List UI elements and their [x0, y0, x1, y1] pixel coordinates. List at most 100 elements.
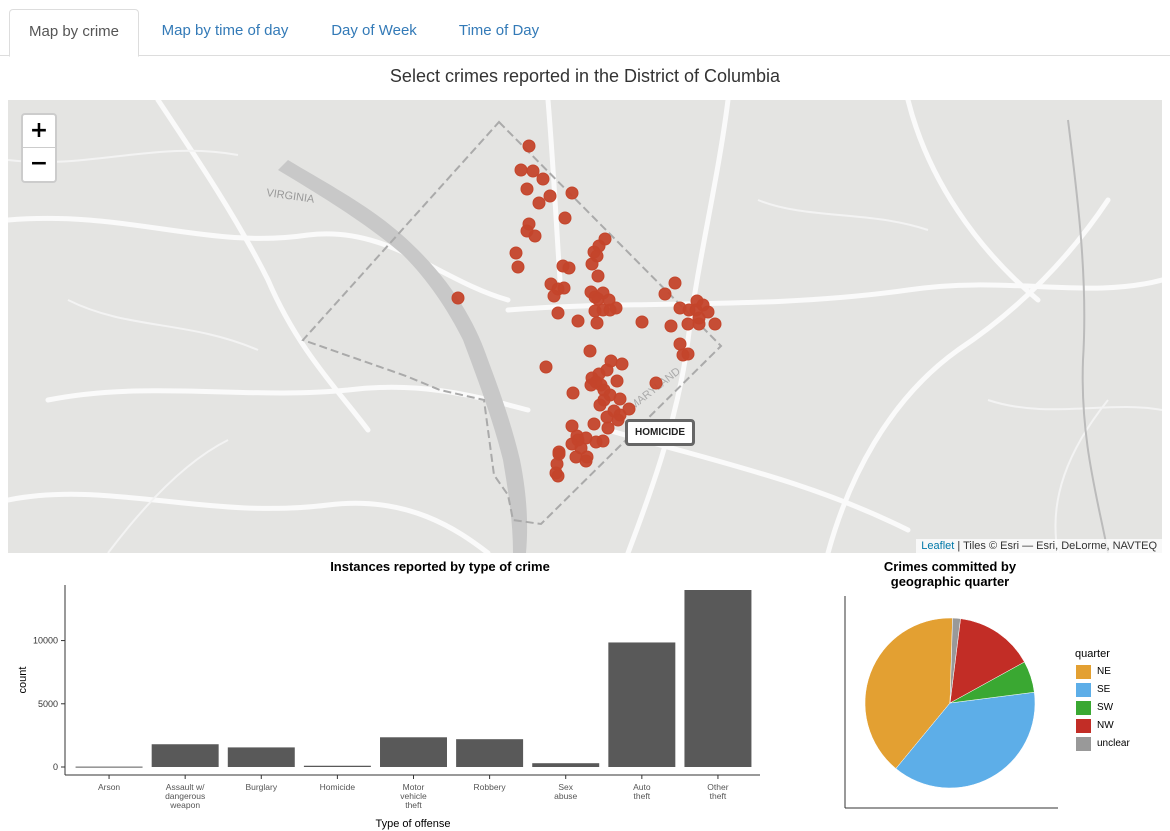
label-virginia: VIRGINIA — [266, 187, 316, 206]
legend-swatch — [1075, 664, 1092, 680]
pie-legend: quarter NE SE SW NW unclear — [1075, 648, 1130, 753]
crime-marker[interactable] — [591, 269, 605, 283]
bar — [532, 763, 600, 767]
crime-marker[interactable] — [566, 386, 580, 400]
crime-marker[interactable] — [600, 410, 614, 424]
crime-popup: HOMICIDE — [625, 419, 695, 446]
crime-marker[interactable] — [673, 337, 687, 351]
x-tick-label: abuse — [554, 791, 577, 801]
crime-marker[interactable] — [613, 392, 627, 406]
tab-map-by-time-of-day[interactable]: Map by time of day — [140, 9, 310, 56]
tab-time-of-day[interactable]: Time of Day — [440, 9, 558, 56]
crime-marker[interactable] — [601, 421, 615, 435]
crime-marker[interactable] — [692, 317, 706, 331]
map-title: Select crimes reported in the District o… — [389, 66, 781, 86]
crime-marker[interactable] — [551, 469, 565, 483]
crime-marker[interactable] — [520, 182, 534, 196]
pie-title-line-2: geographic quarter — [890, 574, 1010, 589]
crime-marker[interactable] — [587, 417, 601, 431]
legend-label: NW — [1097, 720, 1114, 731]
crime-marker[interactable] — [526, 164, 540, 178]
crime-marker[interactable] — [539, 360, 553, 374]
zoom-in-button[interactable]: + — [23, 115, 55, 148]
pie-title-line-1: Crimes committed by — [883, 559, 1017, 574]
bar-chart: 0500010000 Arson Assault w/dangerousweapo… — [17, 585, 760, 830]
zoom-control: + − — [21, 113, 57, 183]
crime-marker[interactable] — [528, 229, 542, 243]
crime-marker[interactable] — [557, 281, 571, 295]
x-tick-label: theft — [710, 791, 727, 801]
crime-marker[interactable] — [558, 211, 572, 225]
legend-swatch — [1075, 718, 1092, 734]
crime-marker[interactable] — [664, 319, 678, 333]
pie-chart — [844, 596, 1058, 809]
crime-marker[interactable] — [708, 317, 722, 331]
legend-item-SW: SW — [1075, 699, 1130, 717]
bar — [227, 747, 295, 767]
crime-marker[interactable] — [536, 172, 550, 186]
attribution-text: | Tiles © Esri — Esri, DeLorme, NAVTEQ — [954, 540, 1157, 552]
crime-marker[interactable] — [588, 304, 602, 318]
bar — [608, 642, 676, 767]
crime-marker[interactable] — [562, 261, 576, 275]
x-tick-label: weapon — [169, 800, 200, 810]
crime-marker[interactable] — [635, 315, 649, 329]
crime-marker[interactable] — [610, 374, 624, 388]
crime-marker[interactable] — [668, 276, 682, 290]
map-attribution: Leaflet | Tiles © Esri — Esri, DeLorme, … — [916, 539, 1162, 553]
crime-map[interactable]: VIRGINIA MARYLAND + − HOMICIDE Leaflet |… — [8, 100, 1162, 553]
crime-marker[interactable] — [552, 447, 566, 461]
bar-y-axis-title: count — [17, 667, 29, 694]
legend-swatch — [1075, 700, 1092, 716]
crime-marker[interactable] — [509, 246, 523, 260]
crime-marker[interactable] — [615, 357, 629, 371]
legend-item-NE: NE — [1075, 663, 1130, 681]
bar-chart-title: Instances reported by type of crime — [330, 559, 550, 574]
legend-label: SW — [1097, 702, 1114, 713]
crime-marker[interactable] — [571, 314, 585, 328]
legend-swatch — [1075, 682, 1092, 698]
bar — [303, 765, 371, 767]
crime-marker[interactable] — [565, 186, 579, 200]
crime-marker[interactable] — [551, 306, 565, 320]
crime-marker[interactable] — [603, 303, 617, 317]
leaflet-link[interactable]: Leaflet — [921, 540, 954, 552]
y-tick-label: 5000 — [38, 699, 58, 709]
crime-marker[interactable] — [689, 303, 703, 317]
tab-day-of-week[interactable]: Day of Week — [312, 9, 436, 56]
crime-marker[interactable] — [532, 196, 546, 210]
crime-marker[interactable] — [547, 289, 561, 303]
crime-marker[interactable] — [590, 316, 604, 330]
crime-marker[interactable] — [585, 257, 599, 271]
crime-marker[interactable] — [597, 393, 611, 407]
x-tick-label: Burglary — [245, 782, 277, 792]
crime-marker[interactable] — [584, 378, 598, 392]
crime-marker[interactable] — [596, 434, 610, 448]
x-tick-label: Robbery — [474, 782, 507, 792]
crime-marker[interactable] — [511, 260, 525, 274]
legend-label: NE — [1097, 666, 1111, 677]
bar — [75, 766, 143, 768]
crime-marker[interactable] — [649, 376, 663, 390]
tab-map-by-crime[interactable]: Map by crime — [9, 9, 139, 57]
crime-marker[interactable] — [583, 344, 597, 358]
crime-marker[interactable] — [658, 287, 672, 301]
crime-marker[interactable] — [522, 139, 536, 153]
bar — [456, 739, 524, 767]
pie-chart-title: Crimes committed by geographic quarter — [850, 559, 1050, 589]
legend-label: unclear — [1097, 738, 1130, 749]
x-tick-label: Homicide — [320, 782, 356, 792]
crime-marker[interactable] — [673, 301, 687, 315]
crime-marker[interactable] — [579, 454, 593, 468]
legend-title: quarter — [1075, 648, 1110, 660]
zoom-out-button[interactable]: − — [23, 148, 55, 181]
crime-marker[interactable] — [591, 292, 605, 306]
crime-marker[interactable] — [676, 348, 690, 362]
y-tick-label: 10000 — [33, 636, 58, 646]
crime-marker[interactable] — [611, 413, 625, 427]
legend-item-NW: NW — [1075, 717, 1130, 735]
crime-marker[interactable] — [451, 291, 465, 305]
crime-marker[interactable] — [543, 189, 557, 203]
crime-marker[interactable] — [514, 163, 528, 177]
crime-marker[interactable] — [681, 317, 695, 331]
